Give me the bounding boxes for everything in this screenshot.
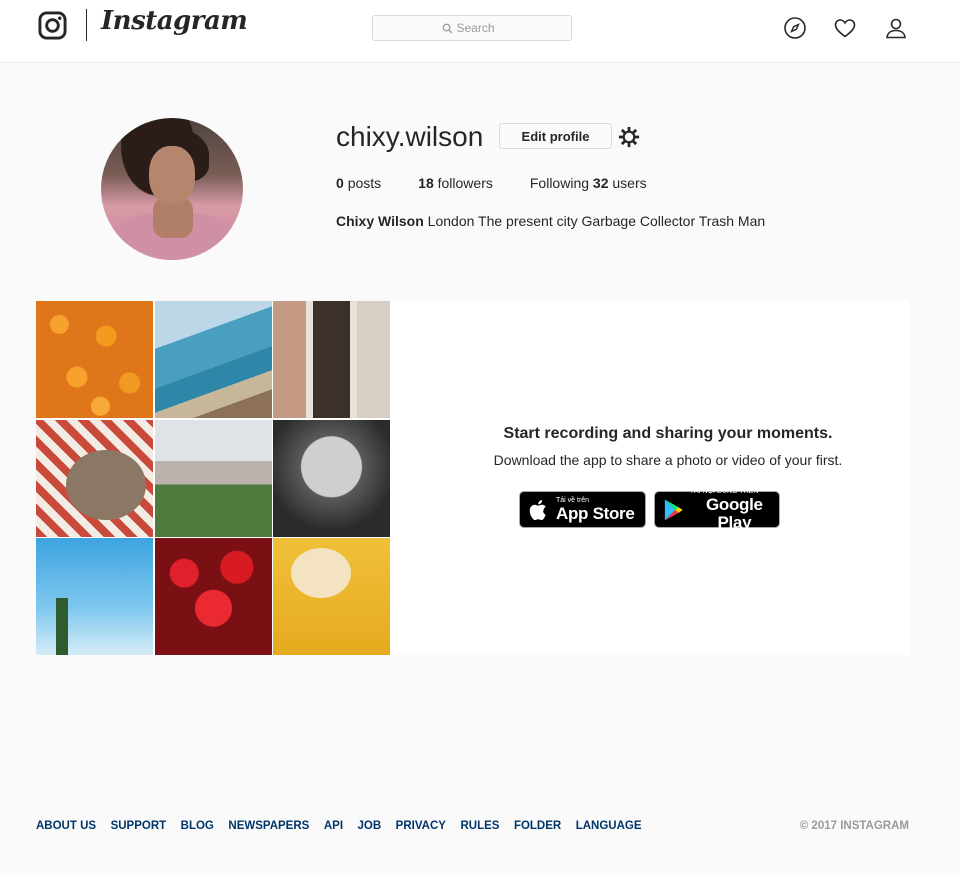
app-store-text: Tải về trên App Store [556,497,635,523]
search-box[interactable] [372,15,572,41]
sample-photo-cactus [154,419,272,537]
promo-text-panel: Start recording and sharing your moments… [390,301,909,655]
followers-count: 18 [418,175,434,191]
profile-username: chixy.wilson [336,121,484,152]
followers-label: followers [437,175,493,191]
footer-link-api[interactable]: API [324,820,343,832]
brand-divider [86,9,87,41]
search-input[interactable] [456,21,503,35]
sample-photo-coast [154,301,272,418]
avatar-neck [153,198,193,238]
footer-link-folder[interactable]: FOLDER [514,820,561,832]
footer-link-rules[interactable]: RULES [460,820,499,832]
apple-logo-icon [529,499,546,520]
top-navigation-bar: Instagram [0,0,960,63]
footer-link-privacy[interactable]: PRIVACY [396,820,446,832]
sample-photo-cat [273,538,390,655]
profile-bio-text: London The present city Garbage Collecto… [427,213,766,229]
activity-heart-icon[interactable] [833,16,857,40]
sample-photo-baby [273,419,390,537]
footer-link-language[interactable]: LANGUAGE [576,820,642,832]
search-icon [442,23,452,33]
explore-compass-icon[interactable] [783,16,807,40]
sample-photo-oranges [36,301,153,418]
followers-stat[interactable]: 18 followers [418,175,493,191]
following-suffix: users [612,175,647,191]
sample-photo-flowers [154,538,272,655]
avatar-face [149,146,195,204]
promo-title: Start recording and sharing your moments… [503,425,833,442]
profile-avatar[interactable] [101,118,243,260]
sample-photo-dog [36,419,153,537]
footer-copyright: © 2017 INSTAGRAM [799,820,909,832]
google-play-logo-icon [664,499,683,520]
instagram-glyph-icon[interactable] [38,11,67,40]
profile-stats: 0 posts 18 followers Following 32 users [336,175,684,191]
posts-count: 0 [336,175,344,191]
app-store-large-label: App Store [556,503,635,523]
promo-subtitle: Download the app to share a photo or vid… [493,452,843,468]
posts-stat: 0 posts [336,175,381,191]
posts-label: posts [347,175,382,191]
edit-profile-button[interactable]: Edit profile [499,123,612,149]
profile-bio: Chixy Wilson London The present city Gar… [336,213,765,229]
google-play-text: TẢI NỘI DUNG TRÊN Google Play [690,488,779,532]
following-stat[interactable]: Following 32 users [530,175,647,191]
following-count: 32 [592,175,609,191]
instagram-logo-text[interactable]: Instagram [101,6,248,36]
settings-gear-icon[interactable] [618,126,640,148]
footer-link-about-us[interactable]: ABOUT US [36,820,96,832]
google-play-large-label: Google Play [705,494,763,532]
google-play-button[interactable]: TẢI NỘI DUNG TRÊN Google Play [654,488,780,531]
footer-link-blog[interactable]: BLOG [181,820,214,832]
profile-full-name: Chixy Wilson [336,213,424,229]
following-prefix: Following [529,175,590,191]
footer-link-newspapers[interactable]: NEWSPAPERS [228,820,309,832]
sample-photo-photobooth [273,301,390,418]
footer-link-job[interactable]: JOB [358,820,382,832]
sample-photo-grid [36,301,390,655]
get-app-promo: Start recording and sharing your moments… [36,301,909,655]
app-store-button[interactable]: Tải về trên App Store [519,491,646,528]
footer-links: ABOUT US SUPPORT BLOG NEWSPAPERS API JOB… [36,820,656,832]
footer-link-support[interactable]: SUPPORT [111,820,167,832]
profile-person-icon[interactable] [884,16,908,40]
sample-photo-ride [36,538,153,655]
